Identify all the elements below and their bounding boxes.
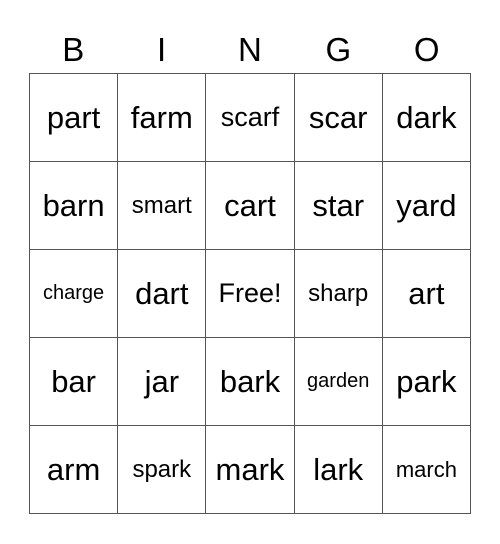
bingo-cell: dart (118, 250, 207, 338)
bingo-cell: garden (294, 338, 383, 426)
bingo-cell: yard (382, 162, 471, 250)
bingo-cell: dark (382, 74, 471, 162)
bingo-cell: scar (294, 74, 383, 162)
bingo-cell: farm (118, 74, 207, 162)
bingo-cell: smart (118, 162, 207, 250)
bingo-cell: part (30, 74, 119, 162)
bingo-cell: star (294, 162, 383, 250)
bingo-cell: sharp (294, 250, 383, 338)
bingo-cell: mark (206, 426, 295, 514)
bingo-cell: park (382, 338, 471, 426)
bingo-cell: art (382, 250, 471, 338)
bingo-cell: barn (30, 162, 119, 250)
bingo-header: B I N G O (29, 28, 471, 72)
free-space-cell: Free! (206, 250, 295, 338)
bingo-cell: spark (118, 426, 207, 514)
bingo-cell: scarf (206, 74, 295, 162)
header-letter-o: O (413, 31, 440, 68)
bingo-cell: bar (30, 338, 119, 426)
bingo-cell: bark (206, 338, 295, 426)
bingo-cell: jar (118, 338, 207, 426)
bingo-grid: part farm scarf scar dark barn smart car… (29, 73, 471, 514)
bingo-cell: march (382, 426, 471, 514)
header-letter-i: I (157, 31, 167, 68)
bingo-cell: arm (30, 426, 119, 514)
header-letter-b: B (62, 31, 85, 68)
bingo-cell: cart (206, 162, 295, 250)
header-letter-g: G (325, 31, 352, 68)
header-letter-n: N (238, 31, 262, 68)
bingo-cell: charge (30, 250, 119, 338)
bingo-cell: lark (294, 426, 383, 514)
